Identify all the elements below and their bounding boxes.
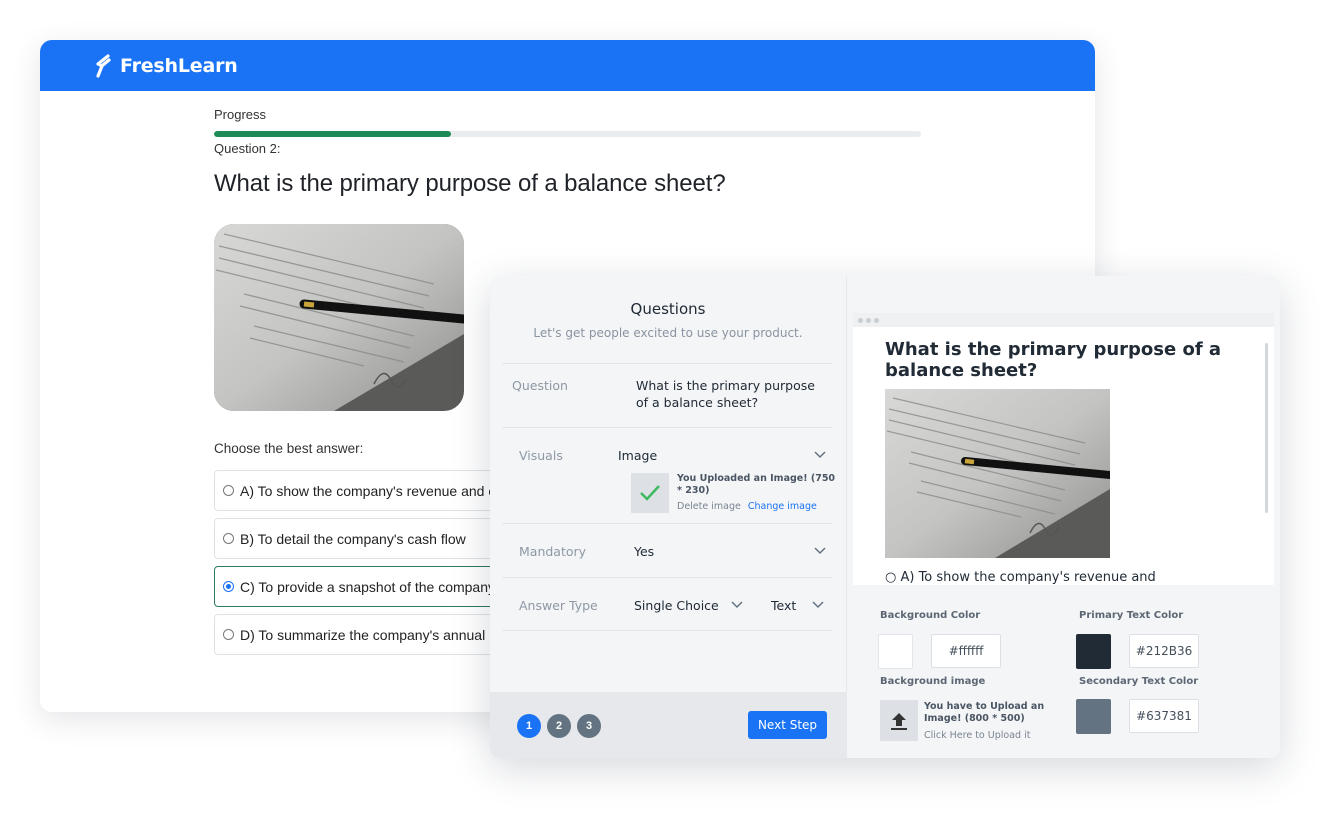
- secondary-text-color-label: Secondary Text Color: [1079, 676, 1199, 687]
- builder-subtitle: Let's get people excited to use your pro…: [533, 326, 803, 340]
- window-dot-icon: [858, 317, 863, 323]
- step-indicator: 1 2 3: [517, 714, 601, 738]
- radio-icon[interactable]: [223, 533, 234, 544]
- chevron-down-icon[interactable]: [812, 601, 824, 609]
- question-row-label: Question: [512, 378, 568, 393]
- document-with-pen-image: [885, 389, 1110, 558]
- secondary-text-color-swatch[interactable]: [1076, 699, 1111, 734]
- delete-image-link[interactable]: Delete image: [677, 501, 741, 512]
- preview-image: [885, 389, 1110, 558]
- answer-label: D) To summarize the company's annual bu: [240, 626, 505, 643]
- next-step-button[interactable]: Next Step: [748, 711, 827, 739]
- change-image-link[interactable]: Change image: [748, 501, 817, 512]
- answer-type-select[interactable]: Single Choice: [634, 597, 719, 614]
- radio-icon[interactable]: [223, 629, 234, 640]
- mandatory-row: Mandatory Yes: [502, 523, 832, 577]
- document-with-pen-image: [214, 224, 464, 411]
- checkmark-icon: [640, 485, 660, 501]
- window-dot-icon: [874, 317, 879, 323]
- upload-background-link[interactable]: Click Here to Upload it: [924, 730, 1030, 741]
- step-2[interactable]: 2: [547, 714, 571, 738]
- upload-actions: Delete image Change image: [677, 501, 817, 512]
- answer-label: C) To provide a snapshot of the company'…: [240, 578, 505, 595]
- chevron-down-icon[interactable]: [814, 547, 826, 555]
- brand-name[interactable]: FreshLearn: [120, 55, 238, 77]
- answer-type-row: Answer Type Single Choice Text: [502, 577, 832, 631]
- preview-question-title: What is the primary purpose of a balance…: [885, 339, 1222, 381]
- question-row: Question What is the primary purpose of …: [502, 363, 832, 427]
- builder-footer: 1 2 3 Next Step: [490, 692, 846, 758]
- progress-label: Progress: [214, 107, 267, 122]
- answer-type-row-label: Answer Type: [519, 598, 598, 613]
- question-input[interactable]: What is the primary purpose of a balance…: [636, 377, 821, 411]
- preview-scrollbar[interactable]: [1265, 343, 1268, 513]
- preview-window: What is the primary purpose of a balance…: [853, 313, 1274, 585]
- preview-window-bar: [853, 313, 1274, 327]
- freshlearn-logo-icon: [96, 53, 111, 78]
- visuals-row-label: Visuals: [519, 448, 563, 463]
- question-builder-card: Questions Let's get people excited to us…: [490, 276, 1280, 758]
- preview-panel: What is the primary purpose of a balance…: [846, 276, 1280, 758]
- builder-title: Questions: [630, 300, 706, 318]
- chevron-down-icon[interactable]: [814, 451, 826, 459]
- progress-bar: [214, 131, 921, 137]
- app-header: FreshLearn: [40, 40, 1095, 91]
- upload-status: You Uploaded an Image! (750 * 230): [677, 473, 836, 496]
- background-color-swatch[interactable]: [878, 634, 913, 669]
- primary-text-color-swatch[interactable]: [1076, 634, 1111, 669]
- mandatory-select[interactable]: Yes: [634, 543, 654, 560]
- answer-label: A) To show the company's revenue and exp: [240, 482, 511, 499]
- step-1[interactable]: 1: [517, 714, 541, 738]
- upload-icon: [891, 712, 907, 730]
- question-image: [214, 224, 464, 411]
- radio-icon[interactable]: [223, 485, 234, 496]
- background-image-label: Background image: [880, 676, 986, 687]
- window-dot-icon: [866, 317, 871, 323]
- chevron-down-icon[interactable]: [731, 601, 743, 609]
- builder-form-panel: Questions Let's get people excited to us…: [490, 276, 846, 758]
- background-image-message: You have to Upload an Image! (800 * 500): [924, 701, 1045, 724]
- visuals-select[interactable]: Image: [618, 447, 657, 464]
- radio-selected-icon[interactable]: [223, 581, 234, 592]
- answer-label: B) To detail the company's cash flow: [240, 530, 466, 547]
- background-color-input[interactable]: #ffffff: [931, 634, 1001, 668]
- answer-format-select[interactable]: Text: [771, 597, 796, 614]
- progress-fill: [214, 131, 451, 137]
- preview-answer-option: ○ A) To show the company's revenue and: [885, 570, 1156, 585]
- mandatory-row-label: Mandatory: [519, 544, 587, 559]
- question-number: Question 2:: [214, 141, 281, 156]
- uploaded-image-thumbnail: [631, 473, 669, 513]
- primary-text-color-label: Primary Text Color: [1079, 610, 1184, 621]
- question-title: What is the primary purpose of a balance…: [214, 170, 726, 197]
- background-color-label: Background Color: [880, 610, 981, 621]
- visuals-row: Visuals Image You Uploaded an Image! (75…: [502, 427, 835, 523]
- builder-form: Question What is the primary purpose of …: [502, 363, 835, 631]
- background-image-upload[interactable]: [880, 700, 918, 741]
- secondary-text-color-input[interactable]: #637381: [1129, 699, 1199, 733]
- primary-text-color-input[interactable]: #212B36: [1129, 634, 1199, 668]
- step-3[interactable]: 3: [577, 714, 601, 738]
